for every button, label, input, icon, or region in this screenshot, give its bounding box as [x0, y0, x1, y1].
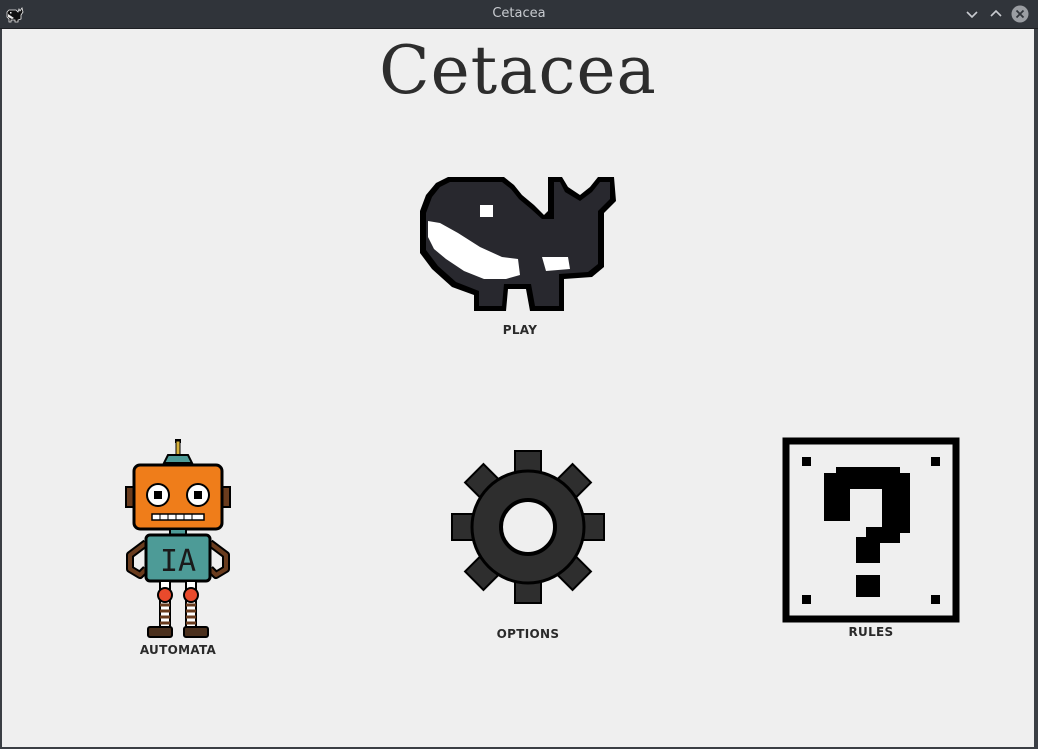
maximize-icon[interactable]: [986, 4, 1006, 24]
main-menu: Cetacea PLAY IA AUTOMATA OPTIONS RULES: [2, 29, 1034, 747]
title-bar[interactable]: Cetacea: [0, 0, 1038, 29]
robot-icon: IA: [125, 439, 231, 638]
robot-chest-text: IA: [160, 544, 196, 579]
whale-icon: [420, 177, 616, 311]
rules-label: RULES: [848, 625, 894, 639]
window-title: Cetacea: [492, 6, 546, 21]
automata-label: AUTOMATA: [139, 643, 217, 657]
play-label: PLAY: [502, 323, 538, 337]
app-window: Cetacea Cetacea PLAY IA AUTOMATA OPTIONS…: [0, 0, 1038, 749]
play-button[interactable]: PLAY: [418, 161, 622, 341]
window-border-right: [1034, 29, 1038, 749]
app-title: Cetacea: [379, 32, 657, 109]
options-label: OPTIONS: [496, 627, 560, 641]
rules-button[interactable]: RULES: [782, 437, 960, 643]
question-block-icon: [782, 437, 960, 623]
options-button[interactable]: OPTIONS: [448, 449, 608, 643]
automata-button[interactable]: IA AUTOMATA: [122, 439, 234, 657]
minimize-icon[interactable]: [962, 4, 982, 24]
gear-icon: [451, 450, 605, 604]
close-icon[interactable]: [1010, 4, 1030, 24]
